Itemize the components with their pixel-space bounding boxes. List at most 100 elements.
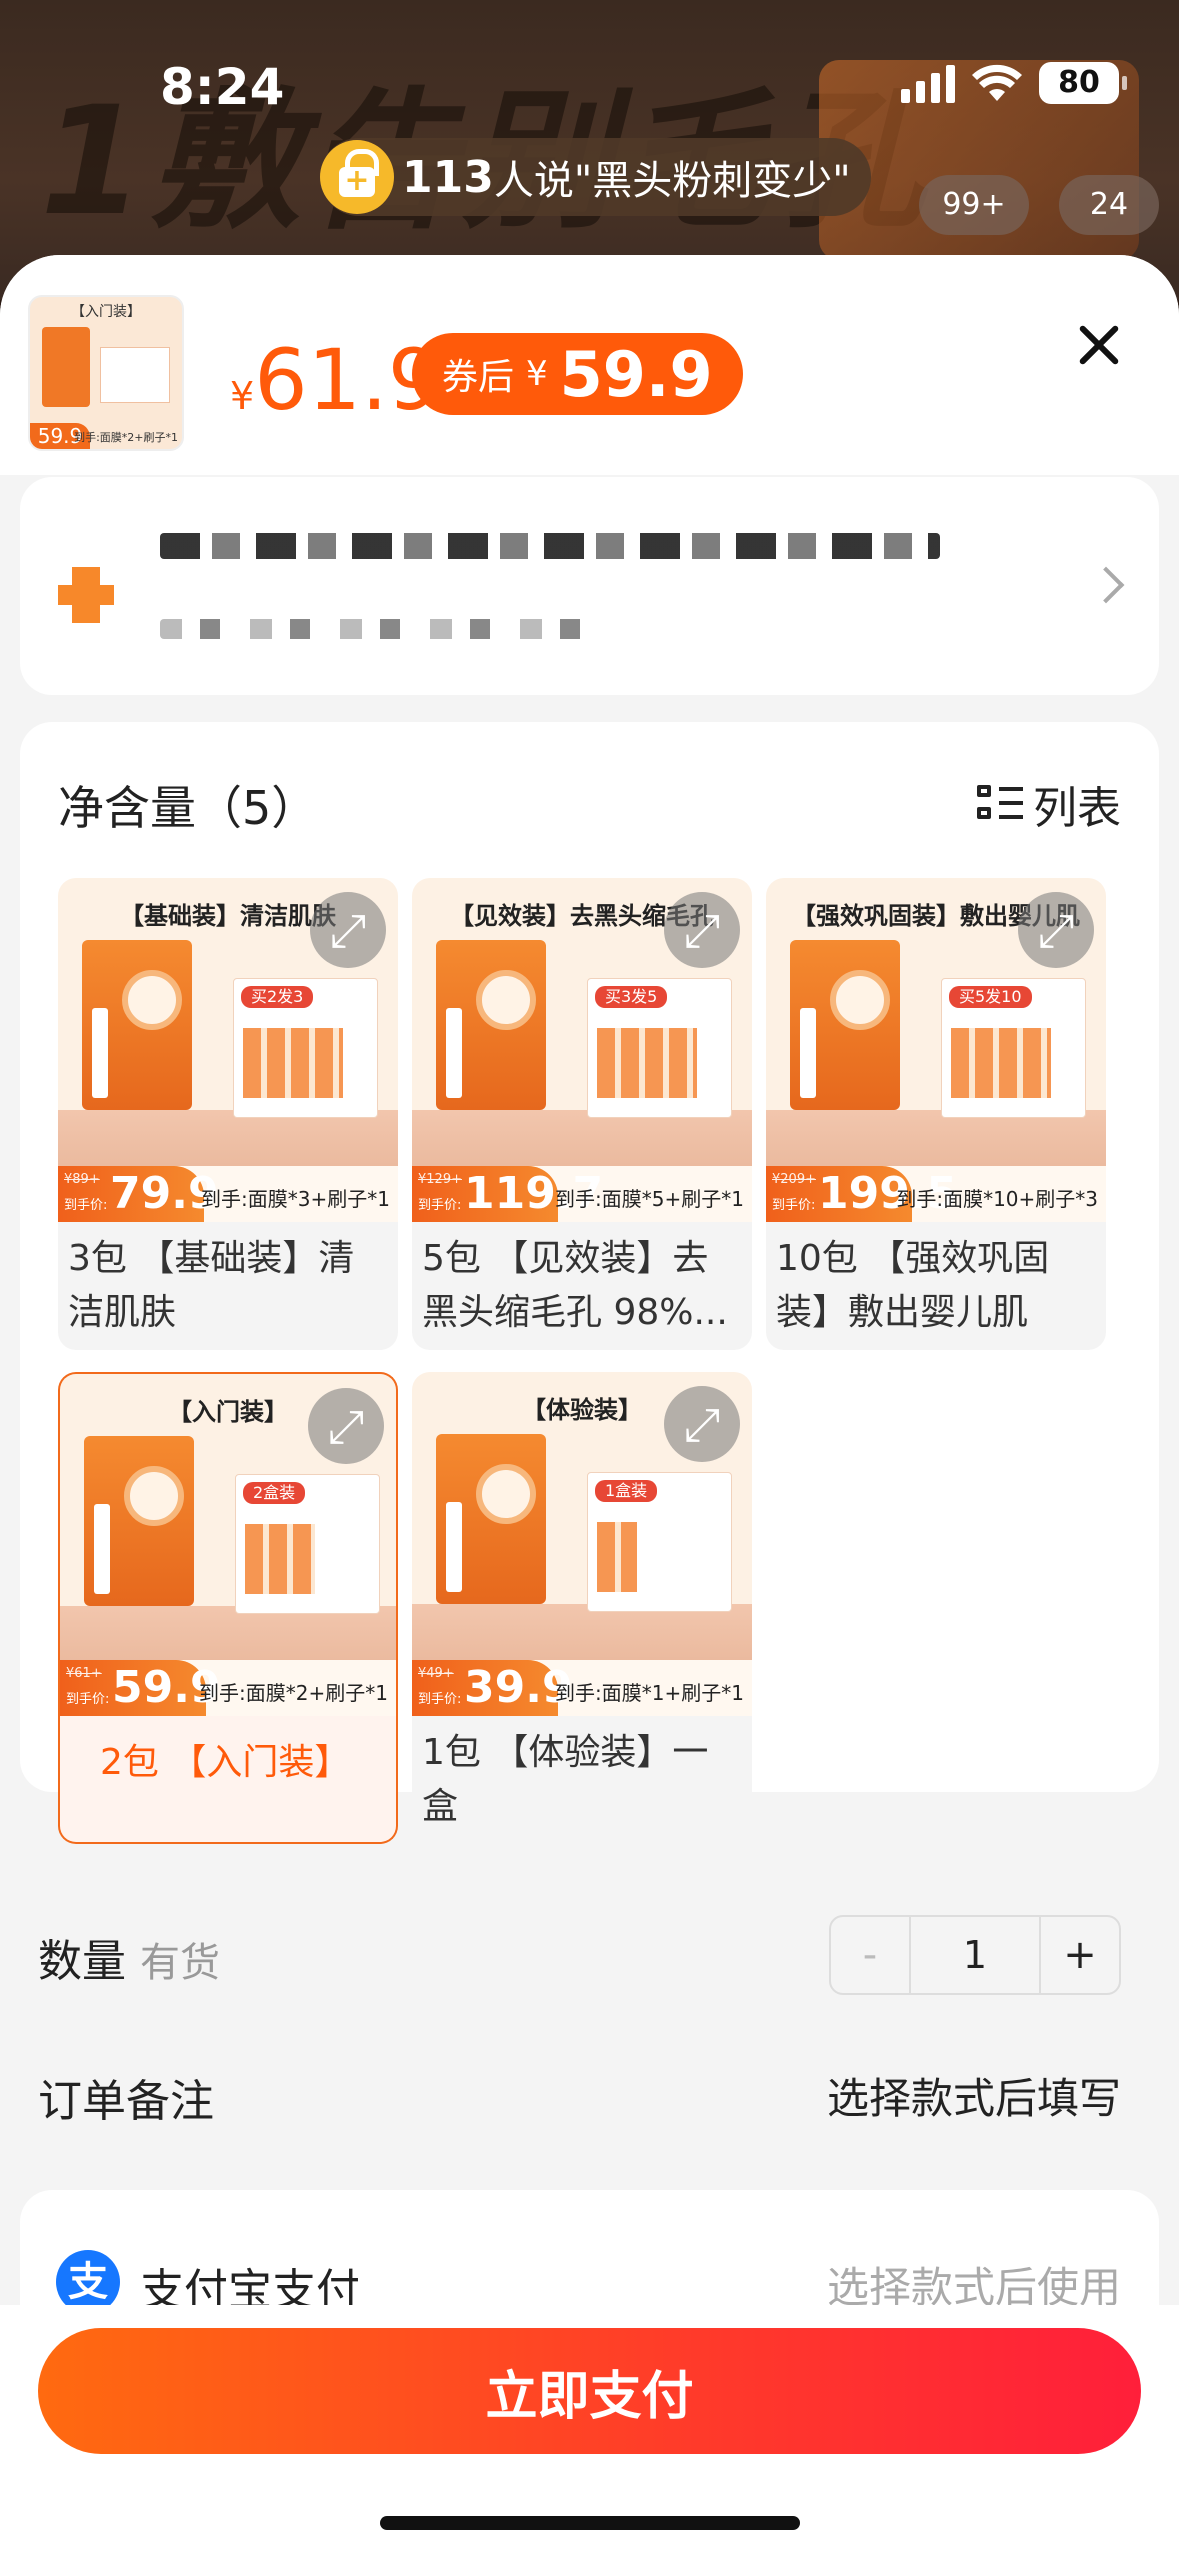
product-tube	[446, 1008, 462, 1098]
product-packs	[245, 1524, 315, 1594]
variant-contents: 到手:面膜*5+刷子*1	[555, 1187, 744, 1211]
old-price: ¥209+	[772, 1172, 816, 1187]
thumb-product-box	[42, 327, 90, 407]
thumb-product-panel	[100, 347, 170, 403]
stock-status: 有货	[140, 1940, 220, 1986]
chevron-right-icon	[1087, 566, 1125, 604]
variant-label: 5包 【见效装】去黑头缩毛孔 98%...	[412, 1222, 752, 1350]
variant-image: 【入门装】 2盒装 ¥61+ 到手价: 59.9 到手:面膜*2+刷子*1	[58, 1372, 398, 1716]
lock-plus-icon	[320, 140, 394, 214]
variant-option-intensive[interactable]: 【强效巩固装】敷出婴儿肌 买5发10 ¥209+ 到手价: 199.5 到手:面…	[766, 878, 1106, 1350]
quantity-label: 数量	[38, 1936, 126, 1987]
social-text: 人说"黑头粉刺变少"	[493, 158, 851, 204]
product-packs	[597, 1028, 697, 1098]
expand-icon[interactable]	[1018, 892, 1094, 968]
product-packs	[951, 1028, 1051, 1098]
variant-contents: 到手:面膜*1+刷子*1	[555, 1681, 744, 1705]
variant-label: 2包 【入门装】	[58, 1716, 398, 1844]
promo-tag: 1盒装	[595, 1480, 658, 1502]
promo-tag: 买3发5	[595, 986, 668, 1008]
price-label: 到手价:	[418, 1198, 462, 1213]
cellular-signal-icon	[901, 63, 955, 103]
variant-contents: 到手:面膜*10+刷子*3	[896, 1187, 1098, 1211]
social-proof-pill[interactable]: 113 人说"黑头粉刺变少"	[320, 138, 871, 216]
current-price: ¥61.9	[230, 335, 441, 441]
price-currency: ¥	[230, 374, 255, 418]
thumb-foot: 到手:面膜*2+刷子*1	[74, 431, 178, 444]
coupon-price-badge: 券后 ¥ 59.9	[412, 333, 743, 415]
banner-badge-right: 24	[1059, 175, 1159, 235]
order-note-label: 订单备注	[38, 2076, 214, 2127]
variant-option-trial[interactable]: 【体验装】 1盒装 ¥49+ 到手价: 39.9 到手:面膜*1+刷子*1 1包…	[412, 1372, 752, 1844]
coupon-price: 59.9	[559, 337, 713, 411]
variant-option-effective[interactable]: 【见效装】去黑头缩毛孔 买3发5 ¥129+ 到手价: 119.7 到手:面膜*…	[412, 878, 752, 1350]
variant-price-bar: ¥209+ 到手价: 199.5 到手:面膜*10+刷子*3	[766, 1166, 1106, 1222]
variant-label: 10包 【强效巩固装】敷出婴儿肌	[766, 1222, 1106, 1350]
expand-icon[interactable]	[308, 1388, 384, 1464]
list-view-icon	[977, 783, 1023, 825]
variant-label: 1包 【体验装】一盒	[412, 1716, 752, 1844]
price-label: 到手价:	[64, 1198, 108, 1213]
address-detail-redacted	[160, 619, 600, 639]
old-price: ¥129+	[418, 1172, 462, 1187]
variant-option-starter[interactable]: 【入门装】 2盒装 ¥61+ 到手价: 59.9 到手:面膜*2+刷子*1 2包…	[58, 1372, 398, 1844]
coupon-label: 券后	[442, 357, 515, 398]
address-recipient-redacted	[160, 533, 940, 559]
variant-price-bar: ¥49+ 到手价: 39.9 到手:面膜*1+刷子*1	[412, 1660, 752, 1716]
decrement-button[interactable]: -	[831, 1917, 911, 1993]
banner-badge-left: 99+	[919, 175, 1029, 235]
variant-image: 【基础装】清洁肌肤 买2发3 ¥89+ 到手价: 79.9 到手:面膜*3+刷子…	[58, 878, 398, 1222]
variant-option-basic[interactable]: 【基础装】清洁肌肤 买2发3 ¥89+ 到手价: 79.9 到手:面膜*3+刷子…	[58, 878, 398, 1350]
price-label: 到手价:	[772, 1198, 816, 1213]
product-tube	[800, 1008, 816, 1098]
quantity-row: 数量 有货	[38, 1925, 220, 1989]
variant-image: 【见效装】去黑头缩毛孔 买3发5 ¥129+ 到手价: 119.7 到手:面膜*…	[412, 878, 752, 1222]
old-price: ¥61+	[66, 1666, 102, 1681]
variant-price-bar: ¥61+ 到手价: 59.9 到手:面膜*2+刷子*1	[60, 1660, 396, 1716]
order-note-hint[interactable]: 选择款式后填写	[827, 2065, 1121, 2126]
status-icons: 80	[901, 62, 1127, 104]
product-packs	[243, 1028, 343, 1098]
home-indicator[interactable]	[380, 2516, 800, 2530]
thumb-tag: 【入门装】	[71, 304, 141, 320]
increment-button[interactable]: +	[1039, 1917, 1119, 1993]
variant-image: 【强效巩固装】敷出婴儿肌 买5发10 ¥209+ 到手价: 199.5 到手:面…	[766, 878, 1106, 1222]
promo-tag: 2盒装	[243, 1482, 306, 1504]
quantity-stepper[interactable]: - 1 +	[829, 1915, 1121, 1995]
price-label: 到手价:	[66, 1692, 110, 1707]
wifi-icon	[972, 64, 1022, 101]
product-tube	[94, 1504, 110, 1594]
variant-contents: 到手:面膜*2+刷子*1	[199, 1681, 388, 1705]
expand-icon[interactable]	[664, 892, 740, 968]
shipping-address-card[interactable]	[20, 477, 1159, 695]
expand-icon[interactable]	[664, 1386, 740, 1462]
close-icon[interactable]	[1069, 315, 1129, 375]
product-tube	[92, 1008, 108, 1098]
quantity-value[interactable]: 1	[911, 1917, 1039, 1993]
variant-price-bar: ¥129+ 到手价: 119.7 到手:面膜*5+刷子*1	[412, 1166, 752, 1222]
coupon-currency: ¥	[526, 354, 548, 394]
status-time: 8:24	[160, 58, 285, 116]
battery-icon: 80	[1039, 62, 1127, 104]
location-icon	[58, 567, 114, 623]
promo-tag: 买2发3	[241, 986, 314, 1008]
variant-image: 【体验装】 1盒装 ¥49+ 到手价: 39.9 到手:面膜*1+刷子*1	[412, 1372, 752, 1716]
social-count: 113	[402, 151, 494, 203]
product-tube	[446, 1502, 462, 1592]
old-price: ¥89+	[64, 1172, 100, 1187]
expand-icon[interactable]	[310, 892, 386, 968]
price-label: 到手价:	[418, 1692, 462, 1707]
variant-price-bar: ¥89+ 到手价: 79.9 到手:面膜*3+刷子*1	[58, 1166, 398, 1222]
variant-contents: 到手:面膜*3+刷子*1	[201, 1187, 390, 1211]
product-packs	[597, 1522, 637, 1592]
options-title: 净含量（5）	[58, 781, 318, 835]
list-view-toggle[interactable]: 列表	[977, 772, 1121, 836]
list-view-label: 列表	[1033, 783, 1121, 834]
sheet-header: 【入门装】 59.9 到手:面膜*2+刷子*1 ¥61.9 券后 ¥ 59.9	[0, 255, 1179, 475]
old-price: ¥49+	[418, 1666, 454, 1681]
variant-label: 3包 【基础装】清洁肌肤	[58, 1222, 398, 1350]
selected-sku-thumbnail[interactable]: 【入门装】 59.9 到手:面膜*2+刷子*1	[28, 295, 184, 451]
pay-now-button[interactable]: 立即支付	[38, 2328, 1141, 2454]
variant-options-card: 净含量（5） 列表 【基础装】清洁肌肤 买2发3 ¥89+ 到手价: 79.9	[20, 722, 1159, 1844]
promo-tag: 买5发10	[949, 986, 1032, 1008]
